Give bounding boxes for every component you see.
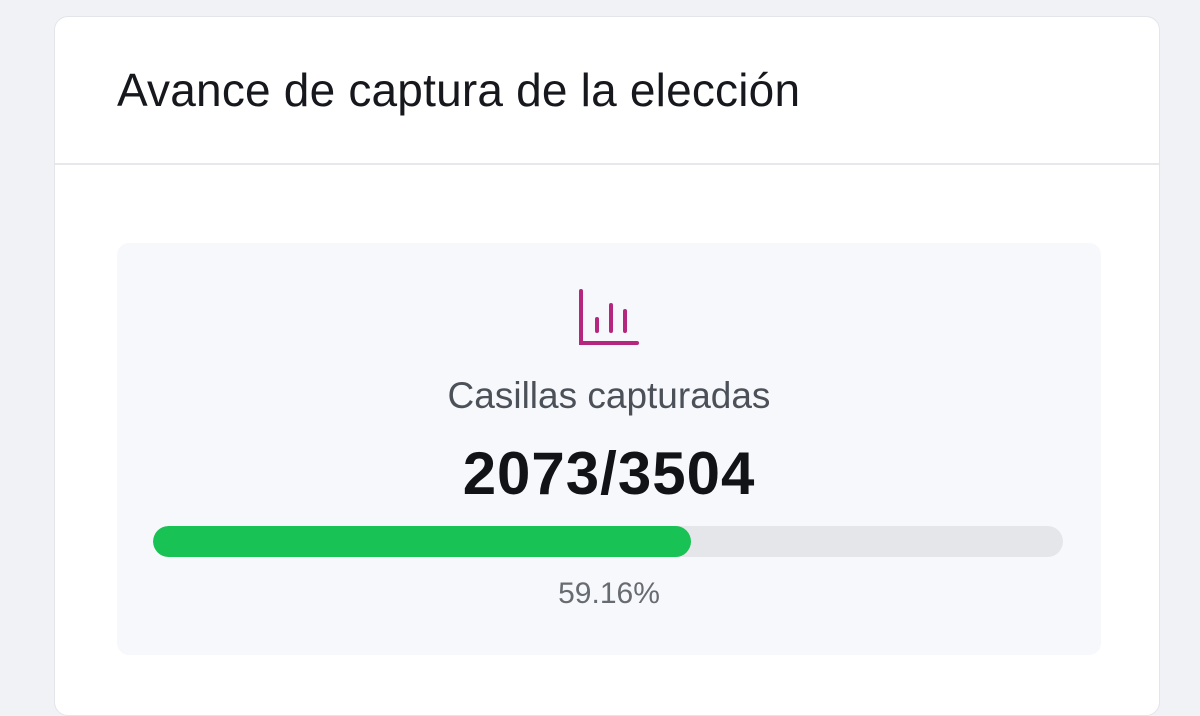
progress-percentage: 59.16% <box>558 577 660 610</box>
stat-label: Casillas capturadas <box>447 375 771 416</box>
stat-value: 2073/3504 <box>462 440 756 507</box>
card-title: Avance de captura de la elección <box>117 64 801 116</box>
progress-bar <box>153 526 1063 557</box>
card-header: Avance de captura de la elección <box>55 17 1159 165</box>
election-progress-card: Avance de captura de la elección Casilla… <box>54 16 1160 716</box>
captured-polling-stations-panel: Casillas capturadas 2073/3504 59.16% <box>117 243 1101 655</box>
bar-chart-icon <box>579 289 639 345</box>
progress-bar-fill <box>153 526 692 557</box>
